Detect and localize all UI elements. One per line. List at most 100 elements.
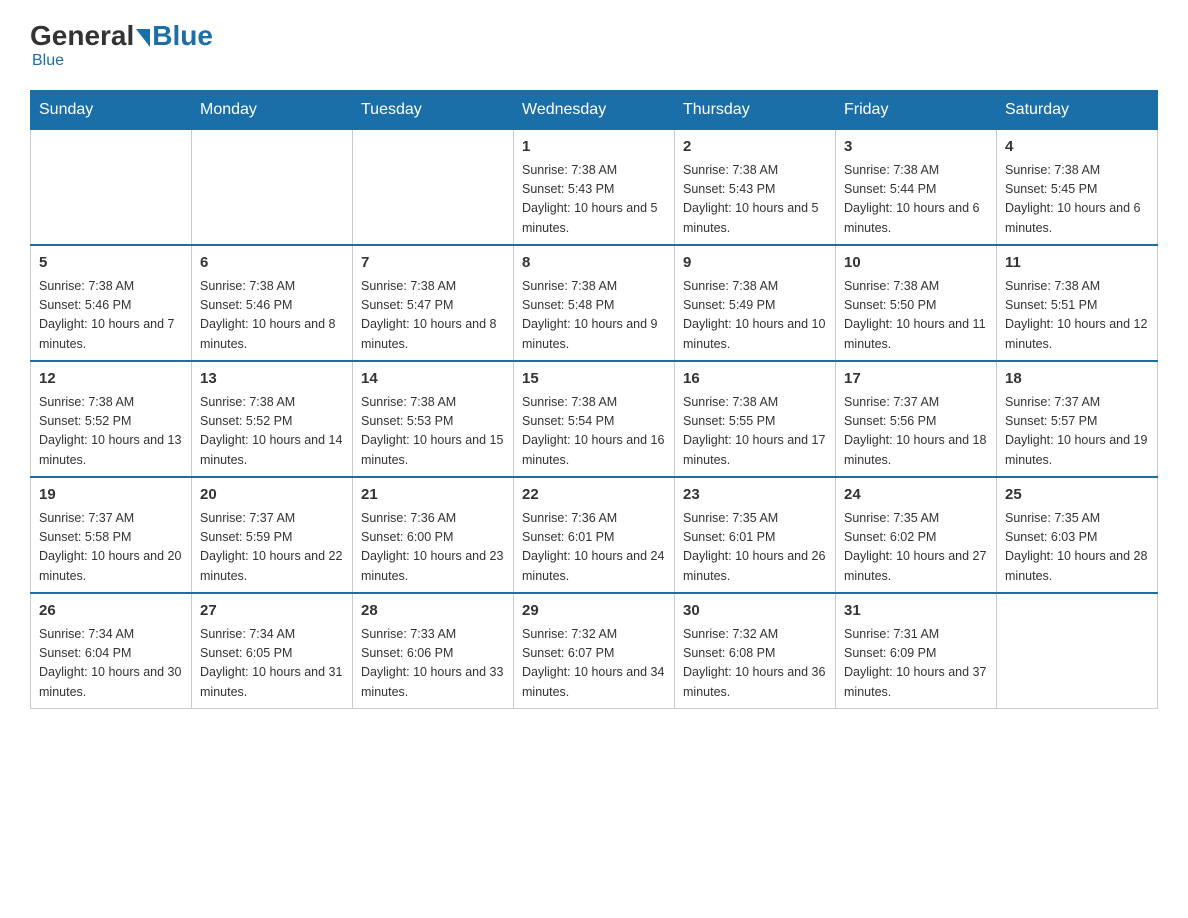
calendar-cell: 26Sunrise: 7:34 AMSunset: 6:04 PMDayligh… [31,593,192,709]
day-info: Sunrise: 7:34 AMSunset: 6:05 PMDaylight:… [200,625,344,703]
logo-arrow-icon [136,29,150,47]
calendar-cell: 4Sunrise: 7:38 AMSunset: 5:45 PMDaylight… [997,130,1158,246]
col-header-thursday: Thursday [675,91,836,130]
day-info: Sunrise: 7:35 AMSunset: 6:01 PMDaylight:… [683,509,827,587]
page-header: General Blue Blue [30,20,1158,70]
col-header-saturday: Saturday [997,91,1158,130]
calendar-cell: 27Sunrise: 7:34 AMSunset: 6:05 PMDayligh… [192,593,353,709]
day-info: Sunrise: 7:38 AMSunset: 5:45 PMDaylight:… [1005,161,1149,239]
day-info: Sunrise: 7:38 AMSunset: 5:43 PMDaylight:… [683,161,827,239]
col-header-monday: Monday [192,91,353,130]
day-number: 16 [683,368,827,391]
day-info: Sunrise: 7:34 AMSunset: 6:04 PMDaylight:… [39,625,183,703]
calendar-cell: 16Sunrise: 7:38 AMSunset: 5:55 PMDayligh… [675,361,836,477]
day-number: 5 [39,252,183,275]
calendar-cell: 5Sunrise: 7:38 AMSunset: 5:46 PMDaylight… [31,245,192,361]
day-info: Sunrise: 7:38 AMSunset: 5:46 PMDaylight:… [39,277,183,355]
calendar-table: SundayMondayTuesdayWednesdayThursdayFrid… [30,90,1158,709]
col-header-friday: Friday [836,91,997,130]
day-info: Sunrise: 7:38 AMSunset: 5:49 PMDaylight:… [683,277,827,355]
calendar-cell: 24Sunrise: 7:35 AMSunset: 6:02 PMDayligh… [836,477,997,593]
day-info: Sunrise: 7:37 AMSunset: 5:57 PMDaylight:… [1005,393,1149,471]
col-header-tuesday: Tuesday [353,91,514,130]
day-number: 1 [522,136,666,159]
day-number: 22 [522,484,666,507]
logo-general-text: General [30,20,134,52]
calendar-cell: 28Sunrise: 7:33 AMSunset: 6:06 PMDayligh… [353,593,514,709]
day-number: 25 [1005,484,1149,507]
day-info: Sunrise: 7:37 AMSunset: 5:56 PMDaylight:… [844,393,988,471]
calendar-cell: 3Sunrise: 7:38 AMSunset: 5:44 PMDaylight… [836,130,997,246]
calendar-cell: 17Sunrise: 7:37 AMSunset: 5:56 PMDayligh… [836,361,997,477]
day-number: 28 [361,600,505,623]
calendar-cell: 12Sunrise: 7:38 AMSunset: 5:52 PMDayligh… [31,361,192,477]
day-number: 15 [522,368,666,391]
day-info: Sunrise: 7:38 AMSunset: 5:47 PMDaylight:… [361,277,505,355]
calendar-cell: 29Sunrise: 7:32 AMSunset: 6:07 PMDayligh… [514,593,675,709]
logo-subtitle: Blue [32,52,64,70]
day-info: Sunrise: 7:37 AMSunset: 5:59 PMDaylight:… [200,509,344,587]
day-number: 20 [200,484,344,507]
calendar-cell: 20Sunrise: 7:37 AMSunset: 5:59 PMDayligh… [192,477,353,593]
day-info: Sunrise: 7:38 AMSunset: 5:53 PMDaylight:… [361,393,505,471]
day-info: Sunrise: 7:38 AMSunset: 5:51 PMDaylight:… [1005,277,1149,355]
calendar-cell: 1Sunrise: 7:38 AMSunset: 5:43 PMDaylight… [514,130,675,246]
day-number: 24 [844,484,988,507]
logo-blue-text: Blue [152,20,213,52]
calendar-cell: 23Sunrise: 7:35 AMSunset: 6:01 PMDayligh… [675,477,836,593]
day-number: 7 [361,252,505,275]
calendar-cell: 10Sunrise: 7:38 AMSunset: 5:50 PMDayligh… [836,245,997,361]
day-number: 9 [683,252,827,275]
calendar-cell: 7Sunrise: 7:38 AMSunset: 5:47 PMDaylight… [353,245,514,361]
calendar-cell: 11Sunrise: 7:38 AMSunset: 5:51 PMDayligh… [997,245,1158,361]
day-info: Sunrise: 7:36 AMSunset: 6:01 PMDaylight:… [522,509,666,587]
calendar-cell: 18Sunrise: 7:37 AMSunset: 5:57 PMDayligh… [997,361,1158,477]
day-number: 2 [683,136,827,159]
day-number: 13 [200,368,344,391]
calendar-cell: 15Sunrise: 7:38 AMSunset: 5:54 PMDayligh… [514,361,675,477]
calendar-cell: 13Sunrise: 7:38 AMSunset: 5:52 PMDayligh… [192,361,353,477]
day-info: Sunrise: 7:38 AMSunset: 5:50 PMDaylight:… [844,277,988,355]
day-number: 18 [1005,368,1149,391]
calendar-cell: 6Sunrise: 7:38 AMSunset: 5:46 PMDaylight… [192,245,353,361]
day-info: Sunrise: 7:38 AMSunset: 5:52 PMDaylight:… [200,393,344,471]
calendar-cell: 8Sunrise: 7:38 AMSunset: 5:48 PMDaylight… [514,245,675,361]
day-info: Sunrise: 7:38 AMSunset: 5:54 PMDaylight:… [522,393,666,471]
day-info: Sunrise: 7:36 AMSunset: 6:00 PMDaylight:… [361,509,505,587]
calendar-cell: 31Sunrise: 7:31 AMSunset: 6:09 PMDayligh… [836,593,997,709]
day-number: 29 [522,600,666,623]
calendar-cell: 14Sunrise: 7:38 AMSunset: 5:53 PMDayligh… [353,361,514,477]
calendar-cell: 2Sunrise: 7:38 AMSunset: 5:43 PMDaylight… [675,130,836,246]
calendar-cell: 25Sunrise: 7:35 AMSunset: 6:03 PMDayligh… [997,477,1158,593]
day-info: Sunrise: 7:38 AMSunset: 5:43 PMDaylight:… [522,161,666,239]
col-header-wednesday: Wednesday [514,91,675,130]
day-info: Sunrise: 7:35 AMSunset: 6:03 PMDaylight:… [1005,509,1149,587]
calendar-cell [353,130,514,246]
day-info: Sunrise: 7:38 AMSunset: 5:48 PMDaylight:… [522,277,666,355]
day-number: 4 [1005,136,1149,159]
calendar-cell: 21Sunrise: 7:36 AMSunset: 6:00 PMDayligh… [353,477,514,593]
calendar-cell: 30Sunrise: 7:32 AMSunset: 6:08 PMDayligh… [675,593,836,709]
day-number: 27 [200,600,344,623]
day-number: 17 [844,368,988,391]
calendar-cell: 19Sunrise: 7:37 AMSunset: 5:58 PMDayligh… [31,477,192,593]
day-info: Sunrise: 7:35 AMSunset: 6:02 PMDaylight:… [844,509,988,587]
day-number: 26 [39,600,183,623]
day-number: 11 [1005,252,1149,275]
day-number: 10 [844,252,988,275]
day-number: 14 [361,368,505,391]
day-info: Sunrise: 7:32 AMSunset: 6:07 PMDaylight:… [522,625,666,703]
day-info: Sunrise: 7:38 AMSunset: 5:55 PMDaylight:… [683,393,827,471]
day-info: Sunrise: 7:38 AMSunset: 5:52 PMDaylight:… [39,393,183,471]
day-info: Sunrise: 7:32 AMSunset: 6:08 PMDaylight:… [683,625,827,703]
day-info: Sunrise: 7:33 AMSunset: 6:06 PMDaylight:… [361,625,505,703]
day-info: Sunrise: 7:38 AMSunset: 5:46 PMDaylight:… [200,277,344,355]
day-number: 3 [844,136,988,159]
day-number: 6 [200,252,344,275]
day-number: 30 [683,600,827,623]
day-number: 12 [39,368,183,391]
day-info: Sunrise: 7:31 AMSunset: 6:09 PMDaylight:… [844,625,988,703]
day-number: 19 [39,484,183,507]
calendar-cell [997,593,1158,709]
calendar-cell: 9Sunrise: 7:38 AMSunset: 5:49 PMDaylight… [675,245,836,361]
